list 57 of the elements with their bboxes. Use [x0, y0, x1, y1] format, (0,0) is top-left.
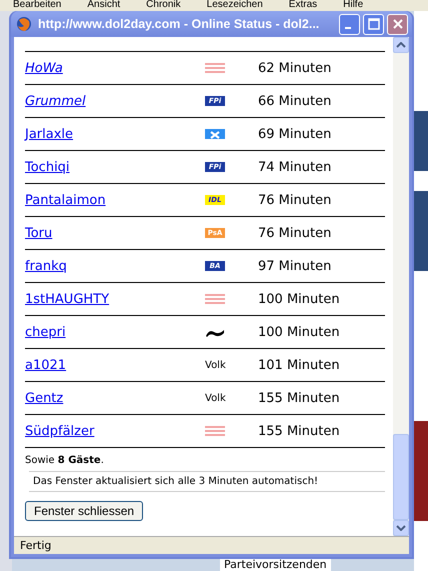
user-link[interactable]: HoWa: [25, 60, 63, 76]
online-time: 76 Minuten: [258, 192, 332, 208]
user-link[interactable]: a1021: [25, 358, 66, 372]
party-name: Volk: [205, 360, 226, 370]
scroll-down-button[interactable]: [393, 520, 409, 536]
minimize-button[interactable]: [339, 14, 360, 34]
window-title: http://www.dol2day.com - Online Status - dol2...: [38, 17, 320, 31]
menu-item[interactable]: Extras: [288, 0, 318, 11]
menu-item[interactable]: Lesezeichen: [206, 0, 263, 11]
menu-item[interactable]: Chronik: [146, 0, 181, 11]
page-text: Parteivorsitzenden: [220, 558, 331, 571]
user-link[interactable]: Toru: [25, 226, 52, 240]
user-link[interactable]: Tochiqi: [25, 160, 70, 174]
wave-icon: [205, 327, 225, 337]
minimize-icon: [344, 27, 350, 29]
maximize-button[interactable]: [363, 14, 384, 34]
online-time: 69 Minuten: [258, 126, 332, 142]
user-link[interactable]: Pantalaimon: [25, 192, 106, 208]
guest-count: Sowie 8 Gäste.: [25, 454, 105, 468]
online-time: 66 Minuten: [258, 94, 332, 108]
user-link[interactable]: Jarlaxle: [25, 126, 74, 142]
menu-item[interactable]: Ansicht: [87, 0, 120, 11]
chevron-down-icon: [396, 525, 406, 531]
online-time: 155 Minuten: [258, 390, 340, 406]
online-time: 100 Minuten: [258, 324, 340, 340]
user-link[interactable]: Südpfälzer: [25, 424, 94, 438]
online-time: 76 Minuten: [258, 226, 332, 240]
scrollbar[interactable]: [393, 37, 409, 536]
online-time: 74 Minuten: [258, 160, 332, 174]
scroll-thumb[interactable]: [393, 434, 409, 520]
party-logo-icon: [205, 294, 225, 304]
menu-item[interactable]: Hilfe: [343, 0, 364, 11]
online-time: 155 Minuten: [258, 424, 340, 438]
online-time: 100 Minuten: [258, 292, 340, 306]
browser-icon: [16, 16, 32, 32]
party-logo-icon: [205, 129, 225, 139]
close-window-button[interactable]: Fenster schliessen: [25, 501, 144, 521]
scroll-up-button[interactable]: [393, 37, 409, 53]
party-logo-icon: [205, 426, 225, 436]
user-link[interactable]: chepri: [25, 324, 66, 340]
menu-item[interactable]: Bearbeiten: [13, 0, 62, 11]
online-time: 62 Minuten: [258, 60, 332, 76]
party-logo-icon: [205, 63, 225, 73]
maximize-icon: [368, 18, 380, 30]
online-time: 97 Minuten: [258, 258, 332, 274]
online-time: 101 Minuten: [258, 358, 340, 372]
status-text: Fertig: [14, 536, 409, 554]
user-link[interactable]: Grummel: [25, 94, 86, 108]
user-link[interactable]: frankq: [25, 258, 67, 274]
user-link[interactable]: 1stHAUGHTY: [25, 292, 110, 306]
chevron-up-icon: [396, 42, 406, 48]
close-icon: [392, 18, 404, 30]
close-button[interactable]: [387, 14, 408, 34]
refresh-notice: Das Fenster aktualisiert sich alle 3 Minuten automatisch!: [29, 471, 385, 492]
banner-panel: [414, 111, 428, 171]
user-link[interactable]: Gentz: [25, 390, 64, 406]
party-name: Volk: [205, 392, 226, 404]
